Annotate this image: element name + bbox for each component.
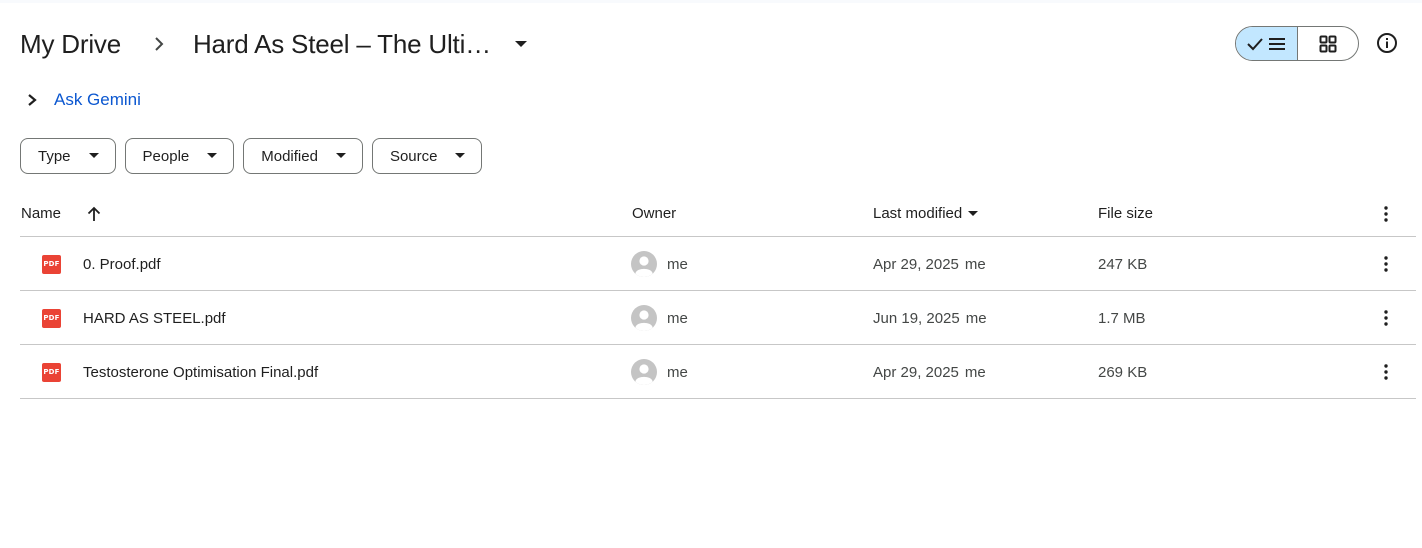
row-actions-button[interactable] [1374,291,1398,345]
owner-cell: me [631,291,688,345]
file-name[interactable]: Testosterone Optimisation Final.pdf [83,364,318,381]
info-button[interactable] [1374,30,1400,56]
table-header: Name Owner Last modified File size [20,190,1416,237]
column-options-button[interactable] [1374,190,1398,237]
chip-label: Source [389,147,438,165]
breadcrumb-root-my-drive[interactable]: My Drive [20,29,121,60]
file-size-cell: 269 KB [1098,345,1147,399]
table-row[interactable]: PDF Testosterone Optimisation Final.pdf … [20,345,1416,399]
grid-icon [1319,35,1337,52]
file-name-cell: PDF Testosterone Optimisation Final.pdf [42,345,318,399]
caret-down-icon [451,147,469,165]
check-list-icon [1247,37,1286,50]
owner-cell: me [631,345,688,399]
person-icon [635,310,653,331]
modified-date: Apr 29, 2025 [873,363,959,381]
row-actions-button[interactable] [1374,345,1398,399]
column-name-label: Name [21,205,62,222]
column-modified-label: Last modified [873,205,963,222]
more-vert-icon [1374,360,1398,384]
more-vert-icon [1374,252,1398,276]
person-icon [635,256,653,277]
arrow-up-icon[interactable] [87,206,101,222]
modified-cell: Apr 29, 2025 me [873,345,986,399]
grid-view-button[interactable] [1298,27,1359,60]
filter-source-chip[interactable]: Source [371,138,483,174]
column-header-file-size[interactable]: File size [1098,190,1153,237]
caret-down-icon [203,147,221,165]
pdf-icon: PDF [42,254,61,274]
breadcrumb: My Drive Hard As Steel – The Ulti… [20,22,1422,66]
file-name[interactable]: 0. Proof.pdf [83,256,161,273]
chevron-right-icon [22,90,42,110]
modified-date: Jun 19, 2025 [873,309,960,327]
owner-cell: me [631,237,688,291]
more-vert-icon [1374,306,1398,330]
file-size: 247 KB [1098,255,1148,273]
caret-down-icon [509,32,533,56]
modified-date: Apr 29, 2025 [873,255,959,273]
column-size-label: File size [1098,205,1154,222]
chip-label: Modified [261,147,318,165]
file-list: Name Owner Last modified File size PDF 0… [20,190,1416,399]
owner-name: me [667,363,688,381]
file-size: 269 KB [1098,363,1148,381]
file-name-cell: PDF HARD AS STEEL.pdf [42,291,226,345]
info-icon [1377,33,1397,53]
pdf-icon: PDF [42,308,61,328]
list-view-button[interactable] [1236,27,1298,60]
chip-label: Type [38,147,71,165]
top-edge [0,0,1422,3]
column-owner-label: Owner [632,205,677,222]
avatar [631,305,657,331]
caret-down-icon [85,147,103,165]
column-header-name[interactable]: Name [21,190,101,237]
row-actions-button[interactable] [1374,237,1398,291]
ask-gemini-toggle[interactable]: Ask Gemini [22,90,141,110]
table-row[interactable]: PDF HARD AS STEEL.pdf me Jun 19, 2025 me… [20,291,1416,345]
caret-down-icon [332,147,350,165]
avatar [631,251,657,277]
person-icon [635,364,653,385]
modified-by: me [965,309,987,327]
modified-by: me [964,363,986,381]
pdf-icon: PDF [42,362,61,382]
file-size-cell: 1.7 MB [1098,291,1146,345]
avatar [631,359,657,385]
filter-people-chip[interactable]: People [124,138,235,174]
filter-modified-chip[interactable]: Modified [243,138,363,174]
file-size: 1.7 MB [1098,309,1146,327]
owner-name: me [667,309,688,327]
modified-cell: Jun 19, 2025 me [873,291,987,345]
current-folder-title: Hard As Steel – The Ulti… [192,28,491,59]
ask-gemini-label: Ask Gemini [54,90,141,109]
chevron-right-icon [139,22,179,66]
file-name-cell: PDF 0. Proof.pdf [42,237,161,291]
owner-name: me [667,255,688,273]
filter-type-chip[interactable]: Type [20,138,116,174]
breadcrumb-current-folder[interactable]: Hard As Steel – The Ulti… [193,29,533,60]
view-toggle [1235,26,1359,61]
modified-by: me [964,255,986,273]
more-vert-icon [1374,202,1398,226]
file-size-cell: 247 KB [1098,237,1147,291]
chip-label: People [142,147,190,165]
filter-bar: Type People Modified Source [20,138,483,174]
column-header-owner[interactable]: Owner [632,190,676,237]
modified-cell: Apr 29, 2025 me [873,237,986,291]
file-name[interactable]: HARD AS STEEL.pdf [83,310,226,327]
caret-down-icon [968,210,979,217]
column-header-last-modified[interactable]: Last modified [873,190,979,237]
table-row[interactable]: PDF 0. Proof.pdf me Apr 29, 2025 me 247 … [20,237,1416,291]
